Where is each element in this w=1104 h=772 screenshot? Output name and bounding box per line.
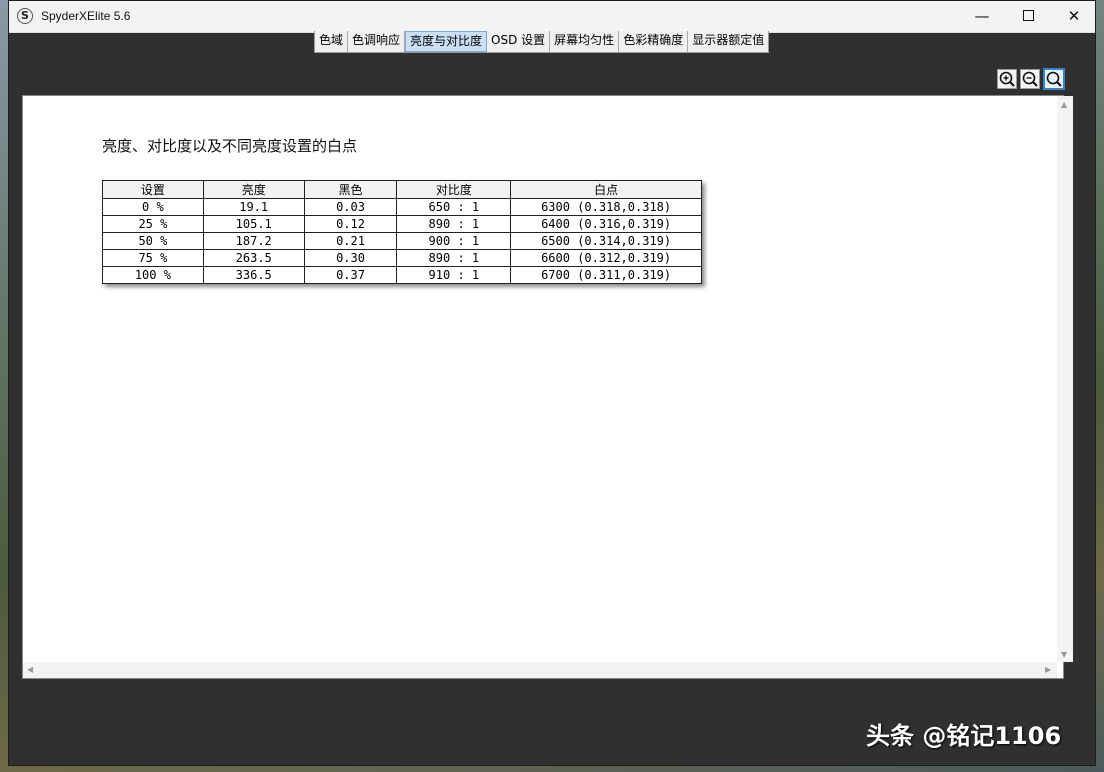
table-cell: 890 : 1 (396, 215, 512, 233)
table-cell: 336.5 (202, 266, 305, 284)
table-cell: 0.30 (303, 249, 398, 267)
scroll-right-icon[interactable]: ▶ (1045, 665, 1051, 674)
table-cell: 105.1 (202, 215, 305, 233)
minimize-icon: — (974, 7, 990, 25)
table-cell: 0 % (102, 198, 204, 216)
table-cell: 263.5 (202, 249, 305, 267)
table-cell: 50 % (102, 232, 204, 250)
minimize-button[interactable]: — (959, 1, 1005, 32)
zoom-fit-icon (1046, 71, 1062, 87)
close-button[interactable]: ✕ (1051, 1, 1097, 32)
table-row: 75 % 263.5 0.30 890 : 1 6600 (0.312,0.31… (102, 249, 702, 267)
brightness-contrast-table: 设置 亮度 黑色 对比度 白点 0 % 19.1 0.03 650 : 1 63… (102, 180, 702, 284)
table-cell: 0.37 (303, 266, 398, 284)
zoom-fit-button[interactable] (1043, 68, 1065, 90)
table-cell: 187.2 (202, 232, 305, 250)
table-cell: 100 % (102, 266, 204, 284)
zoom-in-button[interactable] (997, 69, 1017, 89)
table-cell: 6600 (0.312,0.319) (510, 249, 702, 267)
maximize-icon (1022, 9, 1034, 21)
table-cell: 0.21 (303, 232, 398, 250)
tab-color-gamut[interactable]: 色域 (315, 31, 349, 52)
table-cell: 0.03 (303, 198, 398, 216)
table-cell: 6300 (0.318,0.318) (510, 198, 702, 216)
tab-screen-uniformity[interactable]: 屏幕均匀性 (550, 31, 620, 52)
table-cell: 650 : 1 (396, 198, 512, 216)
table-cell: 19.1 (202, 198, 305, 216)
table-cell: 6700 (0.311,0.319) (510, 266, 702, 284)
tab-osd-settings[interactable]: OSD 设置 (487, 31, 551, 52)
table-cell: 75 % (102, 249, 204, 267)
table-cell: 0.12 (303, 215, 398, 233)
vertical-scrollbar[interactable]: ▲ ▼ (1057, 96, 1073, 662)
scroll-up-icon[interactable]: ▲ (1061, 100, 1067, 109)
table-cell: 900 : 1 (396, 232, 512, 250)
zoom-in-icon (999, 71, 1015, 87)
title-bar: S SpyderXElite 5.6 — ✕ (9, 1, 1095, 33)
table-cell: 890 : 1 (396, 249, 512, 267)
close-icon: ✕ (1067, 7, 1081, 25)
tab-color-accuracy[interactable]: 色彩精确度 (619, 31, 689, 52)
tab-bar: 色域 色调响应 亮度与对比度 OSD 设置 屏幕均匀性 色彩精确度 显示器额定值 (314, 31, 770, 53)
horizontal-scrollbar[interactable]: ◀ ▶ (23, 662, 1057, 678)
table-cell: 910 : 1 (396, 266, 512, 284)
table-row: 100 % 336.5 0.37 910 : 1 6700 (0.311,0.3… (102, 266, 702, 284)
table-cell: 6500 (0.314,0.319) (510, 232, 702, 250)
zoom-out-button[interactable] (1020, 69, 1040, 89)
table-cell: 6400 (0.316,0.319) (510, 215, 702, 233)
column-header: 黑色 (303, 180, 398, 199)
watermark: 头条 @铭记1106 (866, 722, 1062, 750)
column-header: 对比度 (396, 180, 512, 199)
table-row: 50 % 187.2 0.21 900 : 1 6500 (0.314,0.31… (102, 232, 702, 250)
scroll-left-icon[interactable]: ◀ (27, 665, 33, 674)
table-cell: 25 % (102, 215, 204, 233)
tab-tone-response[interactable]: 色调响应 (348, 31, 406, 52)
maximize-button[interactable] (1005, 1, 1051, 32)
tab-display-rating[interactable]: 显示器额定值 (688, 31, 768, 52)
app-icon: S (17, 8, 33, 24)
table-row: 25 % 105.1 0.12 890 : 1 6400 (0.316,0.31… (102, 215, 702, 233)
table-row: 0 % 19.1 0.03 650 : 1 6300 (0.318,0.318) (102, 198, 702, 216)
table-header-row: 设置 亮度 黑色 对比度 白点 (102, 180, 702, 199)
column-header: 设置 (102, 180, 204, 199)
window-title: SpyderXElite 5.6 (41, 9, 131, 23)
zoom-out-icon (1022, 71, 1038, 87)
tab-brightness-contrast[interactable]: 亮度与对比度 (405, 31, 488, 52)
report-title: 亮度、对比度以及不同亮度设置的白点 (102, 137, 358, 155)
scroll-down-icon[interactable]: ▼ (1061, 650, 1067, 659)
column-header: 亮度 (202, 180, 305, 199)
column-header: 白点 (510, 180, 702, 199)
